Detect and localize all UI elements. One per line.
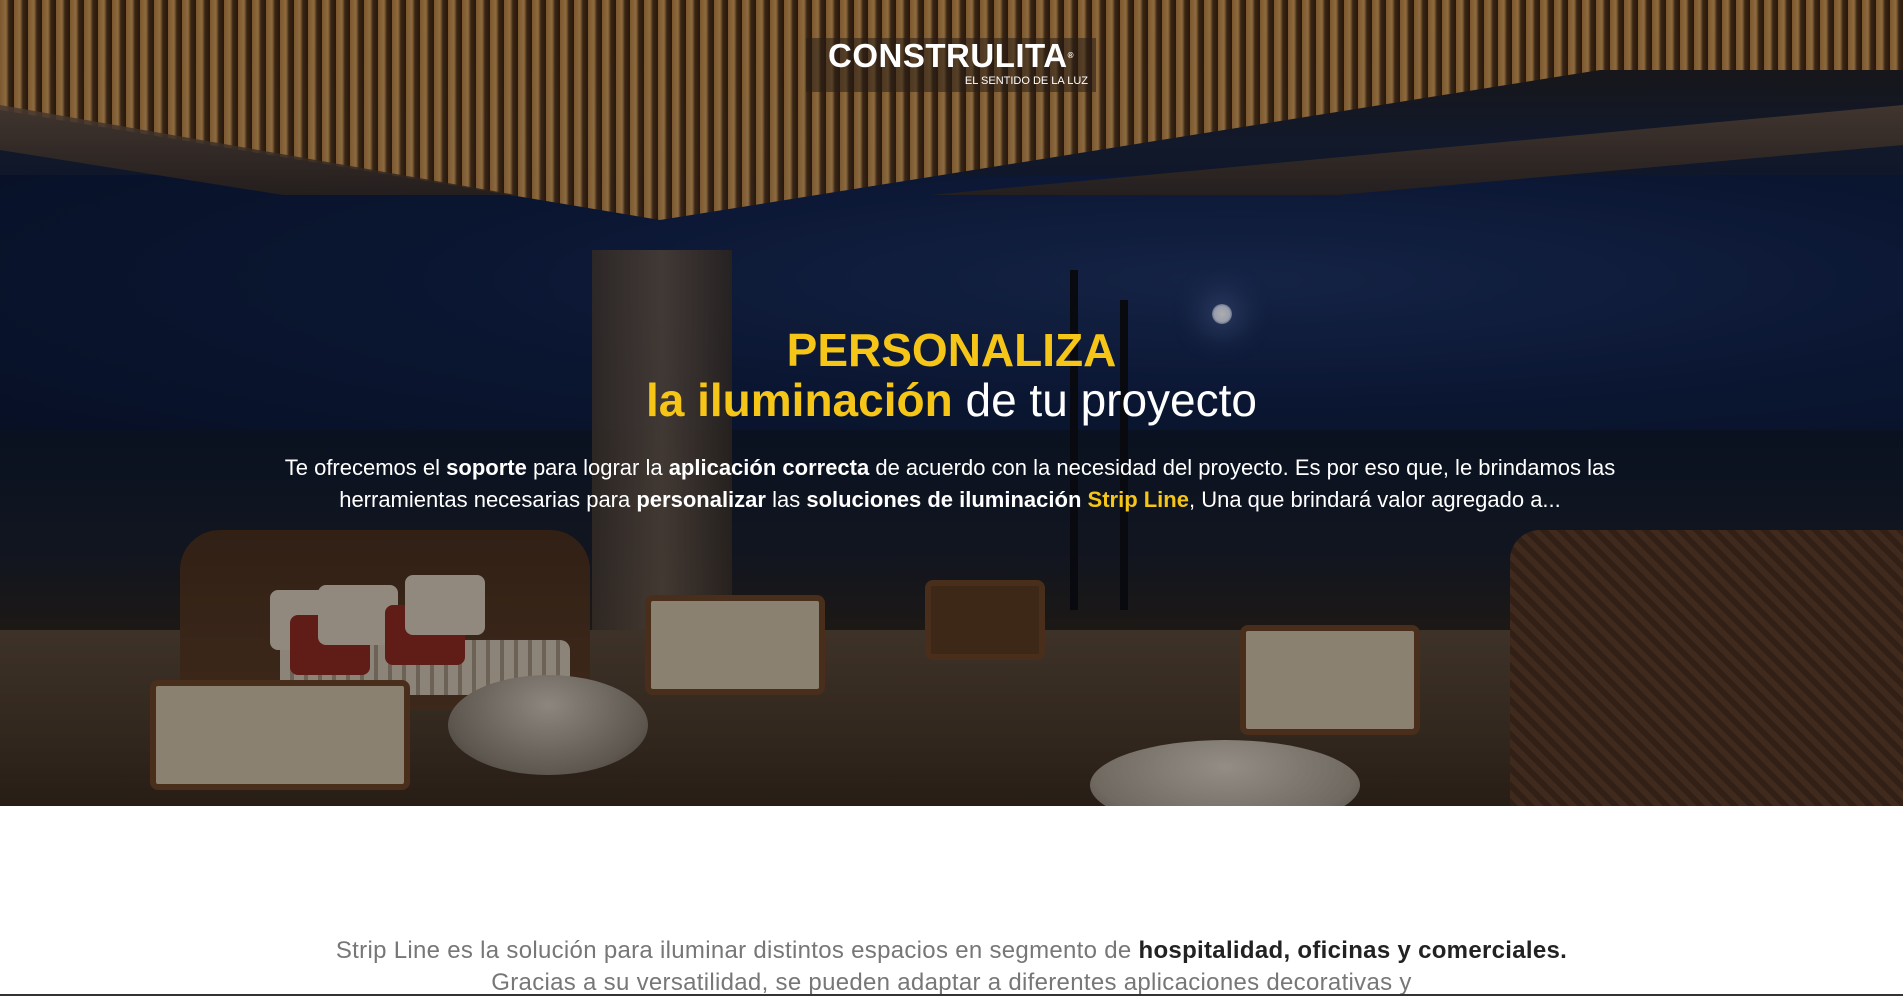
logo-wordmark: CONSTRULITA® <box>828 37 1074 74</box>
hero-banner: CONSTRULITA® EL SENTIDO DE LA LUZ PERSON… <box>0 0 1903 806</box>
intro-section: Strip Line es la solución para iluminar … <box>0 806 1903 996</box>
logo-tagline: EL SENTIDO DE LA LUZ <box>964 75 1088 87</box>
brand-logo[interactable]: CONSTRULITA® EL SENTIDO DE LA LUZ <box>806 38 1096 92</box>
hero-title: PERSONALIZA <box>786 324 1117 376</box>
hero-description: Te ofrecemos el soporte para lograr la a… <box>284 455 1616 512</box>
hero-subtitle: la iluminación de tu proyecto <box>645 374 1258 426</box>
intro-paragraph: Strip Line es la solución para iluminar … <box>335 937 1568 996</box>
